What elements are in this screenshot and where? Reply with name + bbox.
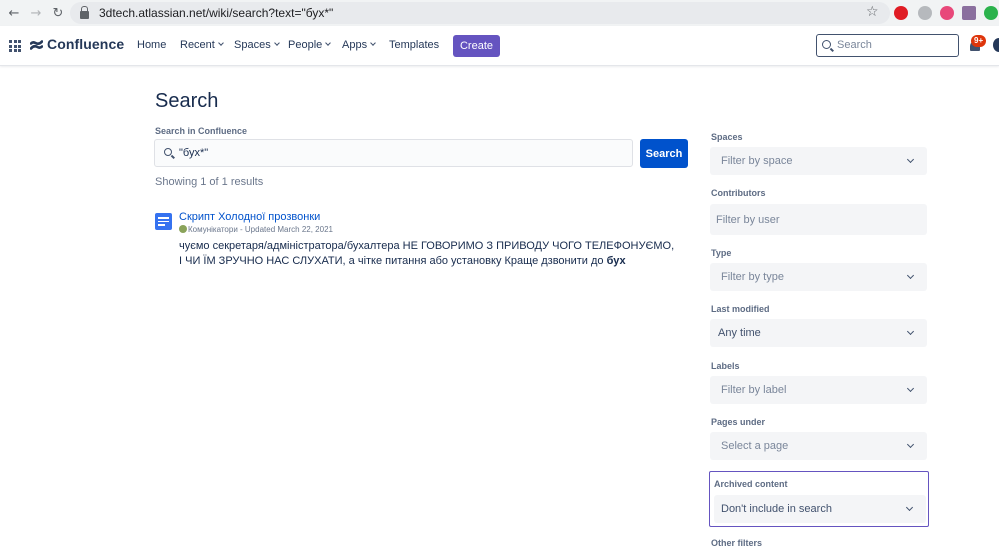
chevron-down-icon [906, 155, 915, 164]
space-icon [179, 225, 187, 233]
chevron-down-icon [906, 327, 915, 336]
archived-content-select[interactable]: Don't include in search [714, 495, 926, 523]
nav-people[interactable]: People [288, 39, 332, 51]
filter-label-type: Type [711, 248, 732, 258]
header-search-input[interactable] [837, 38, 947, 52]
page-title: Search [155, 90, 219, 112]
forward-icon[interactable]: → [25, 6, 47, 21]
app-header: Confluence Home Recent Spaces People App… [0, 26, 999, 66]
filter-label-last-modified: Last modified [711, 304, 770, 314]
notification-badge: 9+ [971, 35, 987, 47]
chevron-down-icon [370, 40, 376, 46]
address-bar-url: 3dtech.atlassian.net/wiki/search?text="б… [99, 6, 334, 20]
chevron-down-icon [906, 384, 915, 393]
lock-icon [80, 6, 89, 19]
result-title-link[interactable]: Скрипт Холодної прозвонки [179, 211, 320, 223]
archived-content-value: Don't include in search [721, 503, 832, 515]
results-count: Showing 1 of 1 results [155, 176, 264, 188]
nav-recent[interactable]: Recent [180, 39, 224, 51]
puzzle-extension-icon[interactable] [962, 6, 976, 20]
spaces-filter-select[interactable]: Filter by space [710, 147, 927, 175]
search-field-label: Search in Confluence [155, 126, 248, 136]
record-extension-icon[interactable] [940, 6, 954, 20]
opera-extension-icon[interactable] [894, 6, 908, 20]
result-space[interactable]: Комунікатори [188, 225, 238, 234]
nav-recent-label: Recent [180, 39, 215, 51]
main-search-input[interactable] [179, 146, 619, 160]
app-switcher-icon[interactable] [9, 40, 21, 52]
chevron-down-icon [325, 40, 332, 46]
labels-filter-select[interactable]: Filter by label [710, 376, 927, 404]
nav-apps[interactable]: Apps [342, 39, 376, 51]
globe-extension-icon[interactable] [918, 6, 932, 20]
search-icon [164, 148, 172, 156]
chevron-down-icon [906, 440, 915, 449]
search-button[interactable]: Search [640, 139, 688, 168]
nav-spaces[interactable]: Spaces [234, 39, 280, 51]
spaces-filter-placeholder: Filter by space [721, 155, 793, 167]
search-icon [822, 40, 831, 49]
create-button[interactable]: Create [453, 35, 500, 57]
type-filter-placeholder: Filter by type [721, 271, 784, 283]
nav-templates-label: Templates [389, 39, 440, 51]
pages-under-placeholder: Select a page [721, 440, 789, 452]
nav-home-label: Home [137, 39, 167, 51]
reload-icon[interactable]: ↻ [47, 6, 69, 21]
avatar[interactable] [993, 38, 999, 52]
filter-label-other: Other filters [711, 538, 763, 548]
confluence-logo-icon [30, 40, 43, 50]
nav-people-label: People [288, 39, 323, 51]
chevron-down-icon [905, 503, 914, 512]
filter-label-archived: Archived content [714, 479, 788, 489]
result-snippet: чуємо секретаря/адміністратора/бухалтера… [179, 239, 679, 269]
snippet-text: чуємо секретаря/адміністратора/бухалтера… [179, 240, 675, 267]
back-icon[interactable]: ← [3, 6, 25, 21]
snippet-highlight: бух [606, 255, 626, 267]
filter-label-contributors: Contributors [711, 188, 766, 198]
filter-label-pages-under: Pages under [711, 417, 766, 427]
browser-toolbar: ← → ↻ 3dtech.atlassian.net/wiki/search?t… [0, 0, 999, 26]
pages-under-select[interactable]: Select a page [710, 432, 927, 460]
header-search[interactable] [816, 34, 959, 57]
result-meta: Комунікатори - Updated March 22, 2021 [179, 225, 333, 234]
chevron-down-icon [218, 40, 224, 46]
green-extension-icon[interactable] [984, 6, 998, 20]
contributors-filter-input[interactable] [710, 204, 927, 235]
filter-label-labels: Labels [711, 361, 740, 371]
nav-templates[interactable]: Templates [389, 39, 439, 51]
app-name[interactable]: Confluence [47, 36, 124, 52]
filter-label-spaces: Spaces [711, 132, 743, 142]
last-modified-select[interactable]: Any time [710, 319, 927, 347]
address-bar[interactable]: 3dtech.atlassian.net/wiki/search?text="б… [70, 2, 890, 24]
result-updated: - Updated March 22, 2021 [237, 225, 333, 234]
last-modified-value: Any time [718, 327, 761, 339]
labels-filter-placeholder: Filter by label [721, 384, 787, 396]
nav-home[interactable]: Home [137, 39, 166, 51]
chevron-down-icon [273, 40, 280, 46]
nav-apps-label: Apps [342, 39, 368, 51]
page-icon [155, 213, 172, 230]
type-filter-select[interactable]: Filter by type [710, 263, 927, 291]
main-search-field[interactable] [154, 139, 633, 167]
chevron-down-icon [906, 271, 915, 280]
bookmark-star-icon[interactable]: ☆ [866, 4, 879, 20]
nav-spaces-label: Spaces [234, 39, 271, 51]
